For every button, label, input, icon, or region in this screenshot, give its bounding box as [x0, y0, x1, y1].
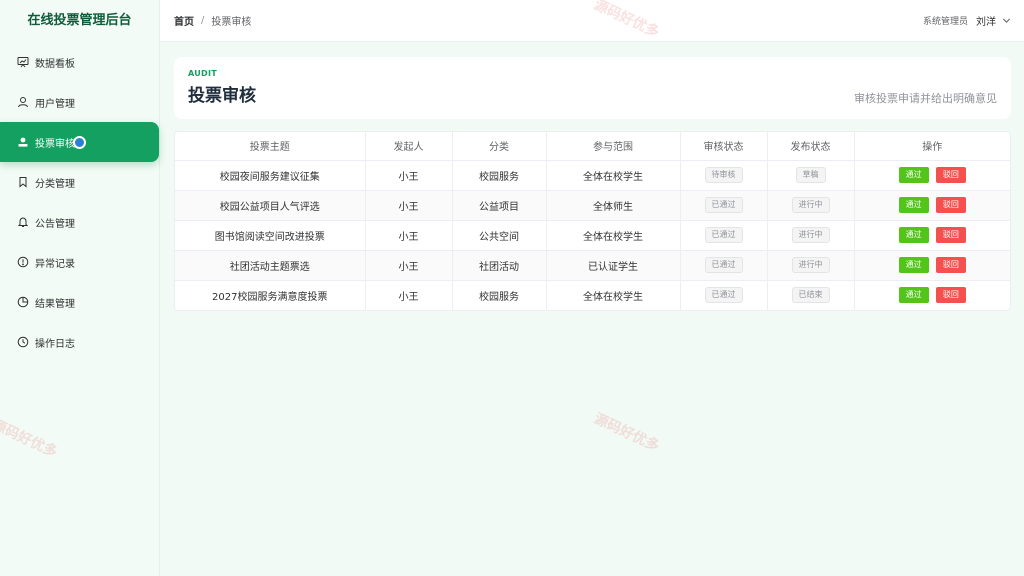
cell-initiator: 小王 — [365, 250, 453, 281]
cell-scope: 全体师生 — [546, 190, 681, 221]
table-row: 校园夜间服务建议征集 小王 校园服务 全体在校学生 待审核 草稿 通过 驳回 — [175, 160, 1010, 191]
sidebar-item-label: 数据看板 — [35, 58, 75, 70]
cell-topic: 校园公益项目人气评选 — [175, 190, 366, 221]
cell-category: 校园服务 — [452, 160, 547, 191]
sidebar-item-results[interactable]: 结果管理 — [0, 282, 159, 322]
sidebar-item-label: 结果管理 — [35, 298, 75, 310]
column-header: 操作 — [854, 132, 1010, 161]
sidebar-item-label: 异常记录 — [35, 258, 75, 270]
publish-status-badge: 进行中 — [791, 197, 830, 213]
reject-button[interactable]: 驳回 — [935, 197, 966, 213]
sidebar-item-label: 公告管理 — [35, 218, 75, 230]
breadcrumb-separator: / — [201, 15, 205, 26]
column-header: 分类 — [452, 132, 547, 161]
cell-topic: 图书馆阅读空间改进投票 — [175, 220, 366, 251]
breadcrumb-home[interactable]: 首页 — [174, 13, 194, 28]
user-name: 刘洋 — [976, 17, 996, 28]
reject-button[interactable]: 驳回 — [935, 287, 966, 304]
sidebar-item-label: 分类管理 — [35, 178, 75, 190]
user-role: 系统管理员 — [922, 17, 968, 27]
cell-category: 公益项目 — [452, 190, 547, 221]
approve-button[interactable]: 通过 — [898, 167, 929, 183]
cell-scope: 全体在校学生 — [546, 160, 681, 191]
table-row: 2027校园服务满意度投票 小王 校园服务 全体在校学生 已通过 已结束 通过 … — [175, 280, 1010, 310]
page-eyebrow: AUDIT — [188, 69, 218, 78]
top-header: 首页 / 投票审核 系统管理员 刘洋 — [160, 0, 1024, 42]
sidebar-item-label: 投票审核 — [35, 138, 75, 150]
audit-status-badge: 已通过 — [704, 197, 743, 213]
app-root: 在线投票管理后台 数据看板 用户管理 投票审核 分类管理 公告管理 异常记录 结… — [0, 0, 1024, 576]
breadcrumb: 首页 / 投票审核 — [174, 13, 251, 28]
publish-status-badge: 已结束 — [791, 287, 830, 304]
app-title: 在线投票管理后台 — [27, 13, 132, 28]
column-header: 参与范围 — [546, 132, 681, 161]
cell-initiator: 小王 — [365, 160, 453, 191]
user-icon — [17, 96, 29, 108]
breadcrumb-current: 投票审核 — [211, 17, 252, 28]
table-row: 社团活动主题票选 小王 社团活动 已认证学生 已通过 进行中 通过 驳回 — [175, 250, 1010, 281]
cell-initiator: 小王 — [365, 220, 453, 251]
chevron-down-icon — [1002, 18, 1011, 23]
sidebar-menu: 数据看板 用户管理 投票审核 分类管理 公告管理 异常记录 结果管理 操作日志 — [0, 42, 159, 362]
sidebar: 在线投票管理后台 数据看板 用户管理 投票审核 分类管理 公告管理 异常记录 结… — [0, 0, 160, 576]
sidebar-item-vote-audit[interactable]: 投票审核 — [0, 122, 159, 162]
cell-category: 公共空间 — [452, 220, 547, 251]
sidebar-item-label: 操作日志 — [35, 338, 75, 350]
approve-button[interactable]: 通过 — [898, 227, 929, 243]
alert-icon — [17, 256, 29, 268]
reject-button[interactable]: 驳回 — [935, 227, 966, 243]
sidebar-item-anomalies[interactable]: 异常记录 — [0, 242, 159, 282]
table-row: 图书馆阅读空间改进投票 小王 公共空间 全体在校学生 已通过 进行中 通过 驳回 — [175, 220, 1010, 251]
bookmark-icon — [17, 176, 29, 188]
upload-icon — [17, 136, 29, 148]
cell-topic: 2027校园服务满意度投票 — [175, 280, 366, 310]
approve-button[interactable]: 通过 — [898, 197, 929, 213]
sidebar-item-announcements[interactable]: 公告管理 — [0, 202, 159, 242]
cursor-indicator — [73, 135, 86, 149]
sidebar-item-categories[interactable]: 分类管理 — [0, 162, 159, 202]
sidebar-item-label: 用户管理 — [35, 98, 75, 110]
publish-status-badge: 草稿 — [795, 167, 826, 183]
dashboard-icon — [17, 56, 29, 68]
table-header-row: 投票主题 发起人 分类 参与范围 审核状态 发布状态 操作 — [175, 132, 1010, 161]
clock-icon — [17, 336, 29, 348]
sidebar-item-logs[interactable]: 操作日志 — [0, 322, 159, 362]
audit-table-container: 投票主题 发起人 分类 参与范围 审核状态 发布状态 操作 校园夜间服务建议征集 — [174, 131, 1011, 311]
cell-scope: 全体在校学生 — [546, 220, 681, 251]
main-area: 首页 / 投票审核 系统管理员 刘洋 AUDIT 投票审核 审核投票申请并给出明… — [160, 0, 1024, 576]
cell-topic: 校园夜间服务建议征集 — [175, 160, 366, 191]
bell-icon — [17, 216, 29, 228]
table-row: 校园公益项目人气评选 小王 公益项目 全体师生 已通过 进行中 通过 驳回 — [175, 190, 1010, 221]
audit-status-badge: 已通过 — [704, 257, 743, 273]
column-header: 投票主题 — [175, 132, 366, 161]
content-area: AUDIT 投票审核 审核投票申请并给出明确意见 投票主题 发起人 分类 参与范… — [160, 42, 1024, 326]
approve-button[interactable]: 通过 — [898, 257, 929, 273]
user-menu[interactable]: 系统管理员 刘洋 — [923, 13, 1011, 28]
audit-status-badge: 已通过 — [704, 287, 743, 304]
cell-topic: 社团活动主题票选 — [175, 250, 366, 281]
publish-status-badge: 进行中 — [791, 257, 830, 273]
publish-status-badge: 进行中 — [791, 227, 830, 243]
cell-initiator: 小王 — [365, 280, 453, 310]
column-header: 发起人 — [365, 132, 453, 161]
sidebar-item-dashboard[interactable]: 数据看板 — [0, 42, 159, 82]
reject-button[interactable]: 驳回 — [935, 167, 966, 183]
audit-status-badge: 待审核 — [704, 167, 743, 183]
audit-table: 投票主题 发起人 分类 参与范围 审核状态 发布状态 操作 校园夜间服务建议征集 — [175, 132, 1010, 310]
column-header: 审核状态 — [680, 132, 768, 161]
cell-category: 社团活动 — [452, 250, 547, 281]
approve-button[interactable]: 通过 — [898, 287, 929, 304]
reject-button[interactable]: 驳回 — [935, 257, 966, 273]
sidebar-item-users[interactable]: 用户管理 — [0, 82, 159, 122]
audit-status-badge: 已通过 — [704, 227, 743, 243]
cell-scope: 全体在校学生 — [546, 280, 681, 310]
pie-icon — [17, 296, 29, 308]
page-description: 审核投票申请并给出明确意见 — [854, 92, 997, 105]
column-header: 发布状态 — [767, 132, 855, 161]
cell-initiator: 小王 — [365, 190, 453, 221]
page-header-card: AUDIT 投票审核 审核投票申请并给出明确意见 — [174, 57, 1011, 119]
cell-scope: 已认证学生 — [546, 250, 681, 281]
cell-category: 校园服务 — [452, 280, 547, 310]
